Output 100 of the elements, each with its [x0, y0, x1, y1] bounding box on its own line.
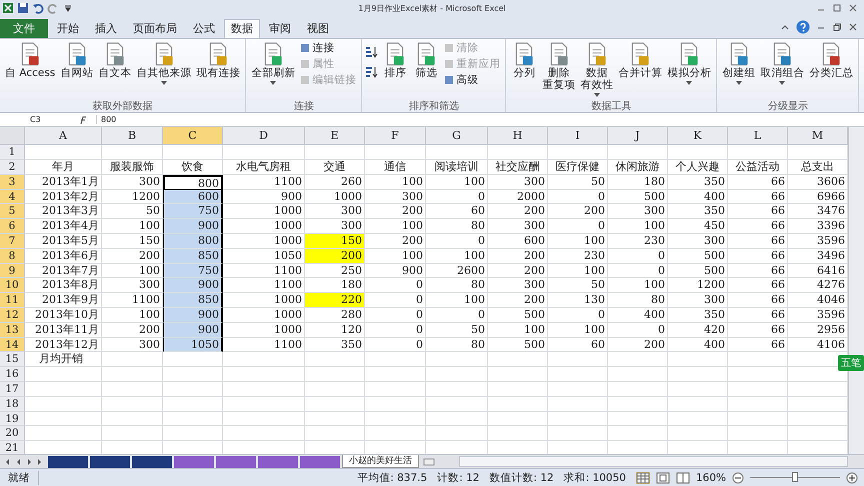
excel-icon[interactable] [2, 2, 14, 14]
ribbon-button[interactable]: 合并计算 [616, 40, 664, 79]
help-icon[interactable] [796, 20, 810, 34]
restore-icon[interactable] [832, 22, 842, 32]
ime-badge[interactable]: 五笔 [838, 355, 864, 372]
sheet-tab[interactable] [300, 456, 340, 468]
row-header[interactable]: 15 [0, 352, 25, 368]
ribbon-small-button[interactable]: 高级 [442, 72, 502, 87]
column-header[interactable]: C [163, 127, 223, 146]
column-header[interactable]: F [365, 127, 426, 146]
ribbon-tab[interactable]: 数据 [224, 18, 260, 38]
row-header[interactable]: 13 [0, 322, 25, 338]
row-header[interactable]: 16 [0, 367, 25, 382]
dropdown-arrow-icon [594, 92, 600, 97]
ribbon-button[interactable]: 取消组合 [758, 40, 806, 85]
zoom-out-icon[interactable] [732, 472, 744, 484]
ribbon-tab[interactable]: 开始 [50, 18, 86, 38]
ribbon-button[interactable]: 删除 重复项 [540, 40, 578, 91]
row-header[interactable]: 17 [0, 382, 25, 397]
row-header[interactable]: 11 [0, 293, 25, 308]
column-header[interactable]: E [305, 127, 365, 146]
ribbon-button[interactable]: 自文本 [96, 40, 134, 79]
name-box[interactable]: C3 [0, 115, 72, 124]
close-icon[interactable] [848, 3, 858, 14]
table-cell: 100 [488, 322, 548, 338]
table-cell: 100 [365, 219, 426, 234]
maximize-icon[interactable] [832, 3, 842, 14]
ribbon-button[interactable]: 自 Access [3, 40, 58, 79]
row-header[interactable]: 18 [0, 396, 25, 412]
ribbon-button[interactable]: 数据 有效性 [578, 40, 616, 97]
zoom-level[interactable]: 160% [696, 472, 726, 484]
column-header[interactable]: H [488, 127, 548, 146]
column-header[interactable]: M [788, 127, 848, 146]
column-header[interactable]: I [548, 127, 608, 146]
sheet-tab[interactable]: 小赵的美好生活 [342, 455, 419, 468]
sort-descending-icon[interactable] [365, 64, 380, 79]
sheet-tab[interactable] [90, 456, 130, 468]
sheet-tab[interactable] [132, 456, 172, 468]
page-break-icon[interactable] [676, 472, 690, 484]
table-cell: 2013年10月 [25, 308, 102, 323]
table-cell: 200 [488, 204, 548, 220]
column-header[interactable]: G [426, 127, 488, 146]
save-icon[interactable] [17, 2, 29, 14]
sheet-tab[interactable] [174, 456, 214, 468]
row-header[interactable]: 6 [0, 219, 25, 234]
row-header[interactable]: 20 [0, 426, 25, 442]
column-header[interactable]: B [102, 127, 163, 146]
sheet-tab[interactable] [48, 456, 88, 468]
row-header[interactable]: 19 [0, 412, 25, 426]
column-header[interactable]: K [668, 127, 728, 146]
row-header[interactable]: 8 [0, 248, 25, 264]
ribbon-small-button[interactable]: 连接 [298, 40, 358, 55]
sheet-tab[interactable] [258, 456, 298, 468]
row-header[interactable]: 3 [0, 174, 25, 190]
ribbon-button[interactable]: 分列 [509, 40, 540, 79]
row-header[interactable]: 10 [0, 278, 25, 294]
ribbon-button[interactable]: 自其他来源 [134, 40, 194, 85]
page-layout-icon[interactable] [656, 472, 670, 484]
row-header[interactable]: 7 [0, 234, 25, 249]
ribbon-button[interactable]: 全部刷新 [249, 40, 298, 85]
ribbon-button[interactable]: 模拟分析 [665, 40, 714, 85]
sheet-navigation-icon[interactable] [4, 458, 44, 466]
undo-icon[interactable] [32, 2, 44, 14]
ribbon-button[interactable]: 现有连接 [194, 40, 242, 79]
ribbon-tab[interactable]: 公式 [186, 18, 222, 38]
column-header[interactable]: J [608, 127, 668, 146]
table-cell: 500 [668, 264, 728, 278]
empty-cell [305, 412, 365, 426]
row-header[interactable]: 14 [0, 338, 25, 352]
table-cell: 66 [728, 308, 788, 323]
column-header[interactable]: L [728, 127, 788, 146]
sheet-tab[interactable] [216, 456, 256, 468]
zoom-slider-thumb[interactable] [792, 472, 798, 482]
row-header[interactable]: 5 [0, 204, 25, 220]
ribbon-button[interactable]: 排序 [380, 40, 410, 79]
row-header[interactable]: 21 [0, 441, 25, 454]
ribbon-tab[interactable]: 审阅 [262, 18, 298, 38]
column-header[interactable]: A [25, 127, 102, 146]
ribbon-tab[interactable]: 视图 [300, 18, 336, 38]
ribbon-tab[interactable]: 页面布局 [126, 18, 184, 38]
sort-ascending-icon[interactable] [365, 44, 380, 59]
ribbon-button[interactable]: 创建组 [720, 40, 758, 85]
ribbon-button[interactable]: 自网站 [58, 40, 96, 79]
row-header[interactable]: 2 [0, 160, 25, 175]
row-header[interactable]: 9 [0, 264, 25, 278]
column-header[interactable]: D [223, 127, 305, 146]
ribbon-button[interactable]: 筛选 [411, 40, 442, 79]
ribbon-tab[interactable]: 插入 [88, 18, 124, 38]
row-header[interactable]: 4 [0, 190, 25, 204]
close-icon[interactable] [848, 22, 858, 32]
ribbon-button[interactable]: 分类汇总 [807, 40, 856, 79]
file-tab[interactable]: 文件 [0, 18, 48, 38]
horizontal-scrollbar[interactable] [459, 456, 848, 468]
normal-view-icon[interactable] [636, 472, 650, 484]
row-header[interactable]: 12 [0, 308, 25, 323]
empty-cell [102, 412, 163, 426]
row-header[interactable]: 1 [0, 145, 25, 160]
zoom-in-icon[interactable] [846, 472, 858, 484]
table-cell: 月均开销 [25, 352, 102, 368]
formula-field[interactable]: 800 [96, 115, 864, 124]
